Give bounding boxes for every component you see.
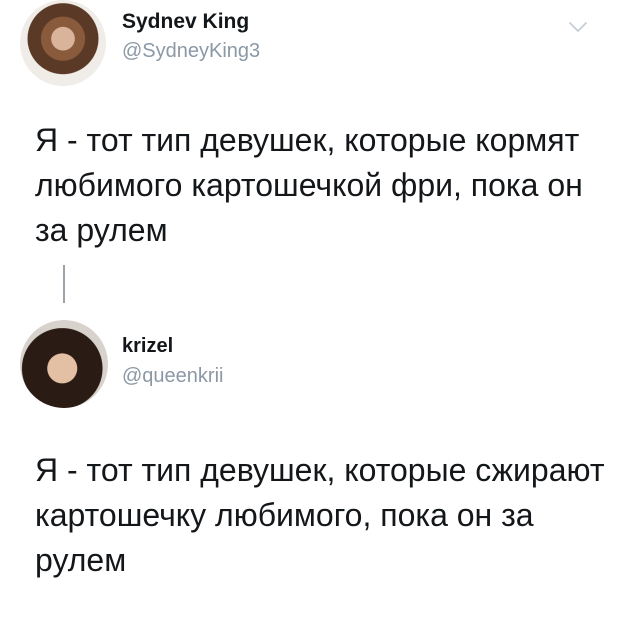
avatar[interactable] <box>20 0 106 86</box>
tweet-1: Sydnev King @SydneyKing3 Я - тот тип дев… <box>0 0 640 262</box>
username-handle[interactable]: @SydneyKing3 <box>122 40 260 63</box>
tweet-text: Я - тот тип девушек, которые кормят люби… <box>35 122 583 248</box>
tweet-2: krizel @queenkrii Я - тот тип девушек, к… <box>0 310 640 610</box>
thread-connector-line <box>63 265 65 303</box>
username-handle[interactable]: @queenkrii <box>122 365 223 388</box>
chevron-down-icon[interactable] <box>568 20 588 34</box>
avatar[interactable] <box>20 320 108 408</box>
display-name[interactable]: krizel <box>122 335 173 358</box>
tweet-text: Я - тот тип девушек, которые сжирают кар… <box>35 452 605 578</box>
display-name[interactable]: Sydnev King <box>122 10 249 34</box>
